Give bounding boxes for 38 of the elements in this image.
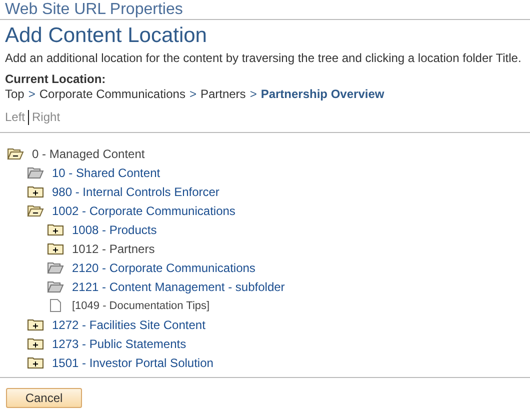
instructions-text: Add an additional location for the content by traversing the tree and clicking a location folder Title. bbox=[4, 50, 522, 66]
breadcrumb-separator: > bbox=[189, 86, 196, 102]
page-heading: Add Content Location bbox=[4, 23, 208, 48]
document-icon bbox=[47, 299, 64, 312]
folder-minus-icon[interactable] bbox=[7, 148, 24, 160]
folder-link[interactable]: 1002 - Corporate Communications bbox=[52, 204, 236, 218]
breadcrumb-separator: > bbox=[28, 86, 36, 102]
breadcrumb-separator: > bbox=[250, 86, 257, 102]
open-folder-icon bbox=[47, 262, 64, 274]
folder-link[interactable]: 2121 - Content Management - subfolder bbox=[72, 280, 285, 294]
breadcrumb-item: Top bbox=[5, 86, 24, 102]
open-folder-icon bbox=[27, 166, 44, 178]
folder-link[interactable]: 980 - Internal Controls Enforcer bbox=[52, 184, 220, 198]
folder-plus-icon[interactable] bbox=[47, 224, 64, 236]
folder-link[interactable]: 1273 - Public Statements bbox=[52, 336, 186, 350]
folder-link[interactable]: 1272 - Facilities Site Content bbox=[52, 318, 206, 332]
cancel-button[interactable]: Cancel bbox=[6, 388, 82, 408]
folder-link[interactable]: 2120 - Corporate Communications bbox=[72, 260, 256, 274]
folder-minus-icon[interactable] bbox=[27, 204, 44, 216]
folder-plus-icon[interactable] bbox=[47, 242, 64, 254]
breadcrumb-item: Partnership Overview bbox=[260, 86, 384, 102]
open-folder-icon bbox=[47, 280, 64, 292]
folder-plus-icon[interactable] bbox=[27, 318, 44, 330]
folder-plus-icon[interactable] bbox=[27, 186, 44, 198]
folder-plus-icon[interactable] bbox=[27, 356, 44, 368]
page-title: Web Site URL Properties bbox=[4, 0, 184, 19]
scroll-right-link[interactable]: Right bbox=[32, 110, 60, 125]
current-location-label: Current Location: bbox=[5, 73, 107, 86]
tree-item-label: [1049 - Documentation Tips] bbox=[72, 300, 210, 312]
folder-link[interactable]: 1008 - Products bbox=[72, 222, 157, 236]
tree-item-label: 1012 - Partners bbox=[72, 242, 155, 256]
breadcrumb-item: Partners bbox=[200, 86, 246, 102]
folder-link[interactable]: 10 - Shared Content bbox=[52, 166, 160, 180]
tree-item-label: 0 - Managed Content bbox=[32, 146, 145, 160]
folder-link[interactable]: 1501 - Investor Portal Solution bbox=[52, 356, 214, 370]
folder-plus-icon[interactable] bbox=[27, 338, 44, 350]
breadcrumb-item: Corporate Communications bbox=[39, 86, 186, 102]
scroll-left-link[interactable]: Left bbox=[5, 110, 26, 125]
